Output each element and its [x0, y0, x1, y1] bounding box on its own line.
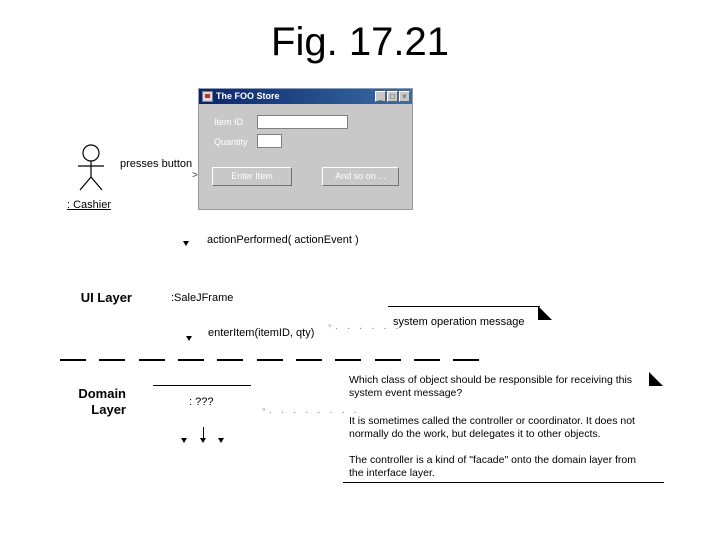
arrow-down-icon [183, 241, 189, 246]
note-line: It is sometimes called the controller or… [349, 415, 635, 427]
figure-title: Fig. 17.21 [271, 20, 449, 64]
arrow-down-icon [181, 438, 187, 443]
minimize-button[interactable]: _ [375, 91, 386, 102]
note-corner-icon [649, 372, 663, 386]
system-operation-note: system operation message [393, 316, 525, 328]
note-line: Which class of object should be responsi… [349, 374, 633, 386]
arrow-down-icon [186, 336, 192, 341]
dotted-connector: ◦. . . . . . . . [262, 404, 360, 416]
quantity-input[interactable] [257, 134, 282, 148]
enter-item-message: enterItem(itemID, qty) [208, 327, 315, 339]
presses-button-message: presses button [120, 158, 193, 170]
unknown-controller-object: : ??? [189, 396, 214, 408]
app-icon [202, 91, 213, 102]
note-line: system event message? [349, 387, 463, 399]
salejframe-object: :SaleJFrame [171, 292, 234, 304]
domain-layer-label-line2: Layer [91, 402, 126, 417]
actor-label: : Cashier [67, 199, 112, 211]
foo-store-window: The FOO Store _ □ × Item ID Quantity Ent… [198, 88, 413, 210]
action-performed-message: actionPerformed( actionEvent ) [207, 234, 359, 246]
window-title: The FOO Store [216, 91, 280, 101]
window-title-bar: The FOO Store _ □ × [199, 89, 412, 104]
item-id-label: Item ID [214, 117, 244, 127]
note-line: The controller is a kind of "facade" ont… [349, 454, 637, 466]
arrow-down-icon [218, 438, 224, 443]
note-line: the interface layer. [349, 467, 435, 479]
domain-layer-label-line1: Domain [78, 386, 126, 401]
maximize-button[interactable]: □ [387, 91, 398, 102]
stick-figure-icon [78, 144, 104, 191]
dotted-arrow-icon: > [192, 170, 198, 181]
item-id-input[interactable] [257, 115, 348, 129]
note-line: normally do the work, but delegates it t… [349, 428, 601, 440]
note-top-line [388, 306, 540, 307]
and-so-on-button[interactable]: And so on ... [322, 167, 399, 186]
note-corner-icon [538, 306, 552, 320]
note-paragraph-1: It is sometimes called the controller or… [349, 415, 635, 441]
object-box-line [153, 385, 251, 386]
note-paragraph-2: The controller is a kind of "facade" ont… [349, 454, 636, 480]
ui-layer-label: UI Layer [80, 290, 132, 305]
layer-separator [60, 359, 480, 361]
arrow-down-icon [200, 438, 206, 443]
note-bottom-line [343, 482, 664, 483]
enter-item-button[interactable]: Enter Item [212, 167, 292, 186]
dotted-connector: ◦. . . . . . [328, 320, 402, 332]
close-button[interactable]: × [399, 91, 410, 102]
quantity-label: Quantity [214, 137, 248, 147]
note-question: Which class of object should be responsi… [349, 374, 632, 400]
